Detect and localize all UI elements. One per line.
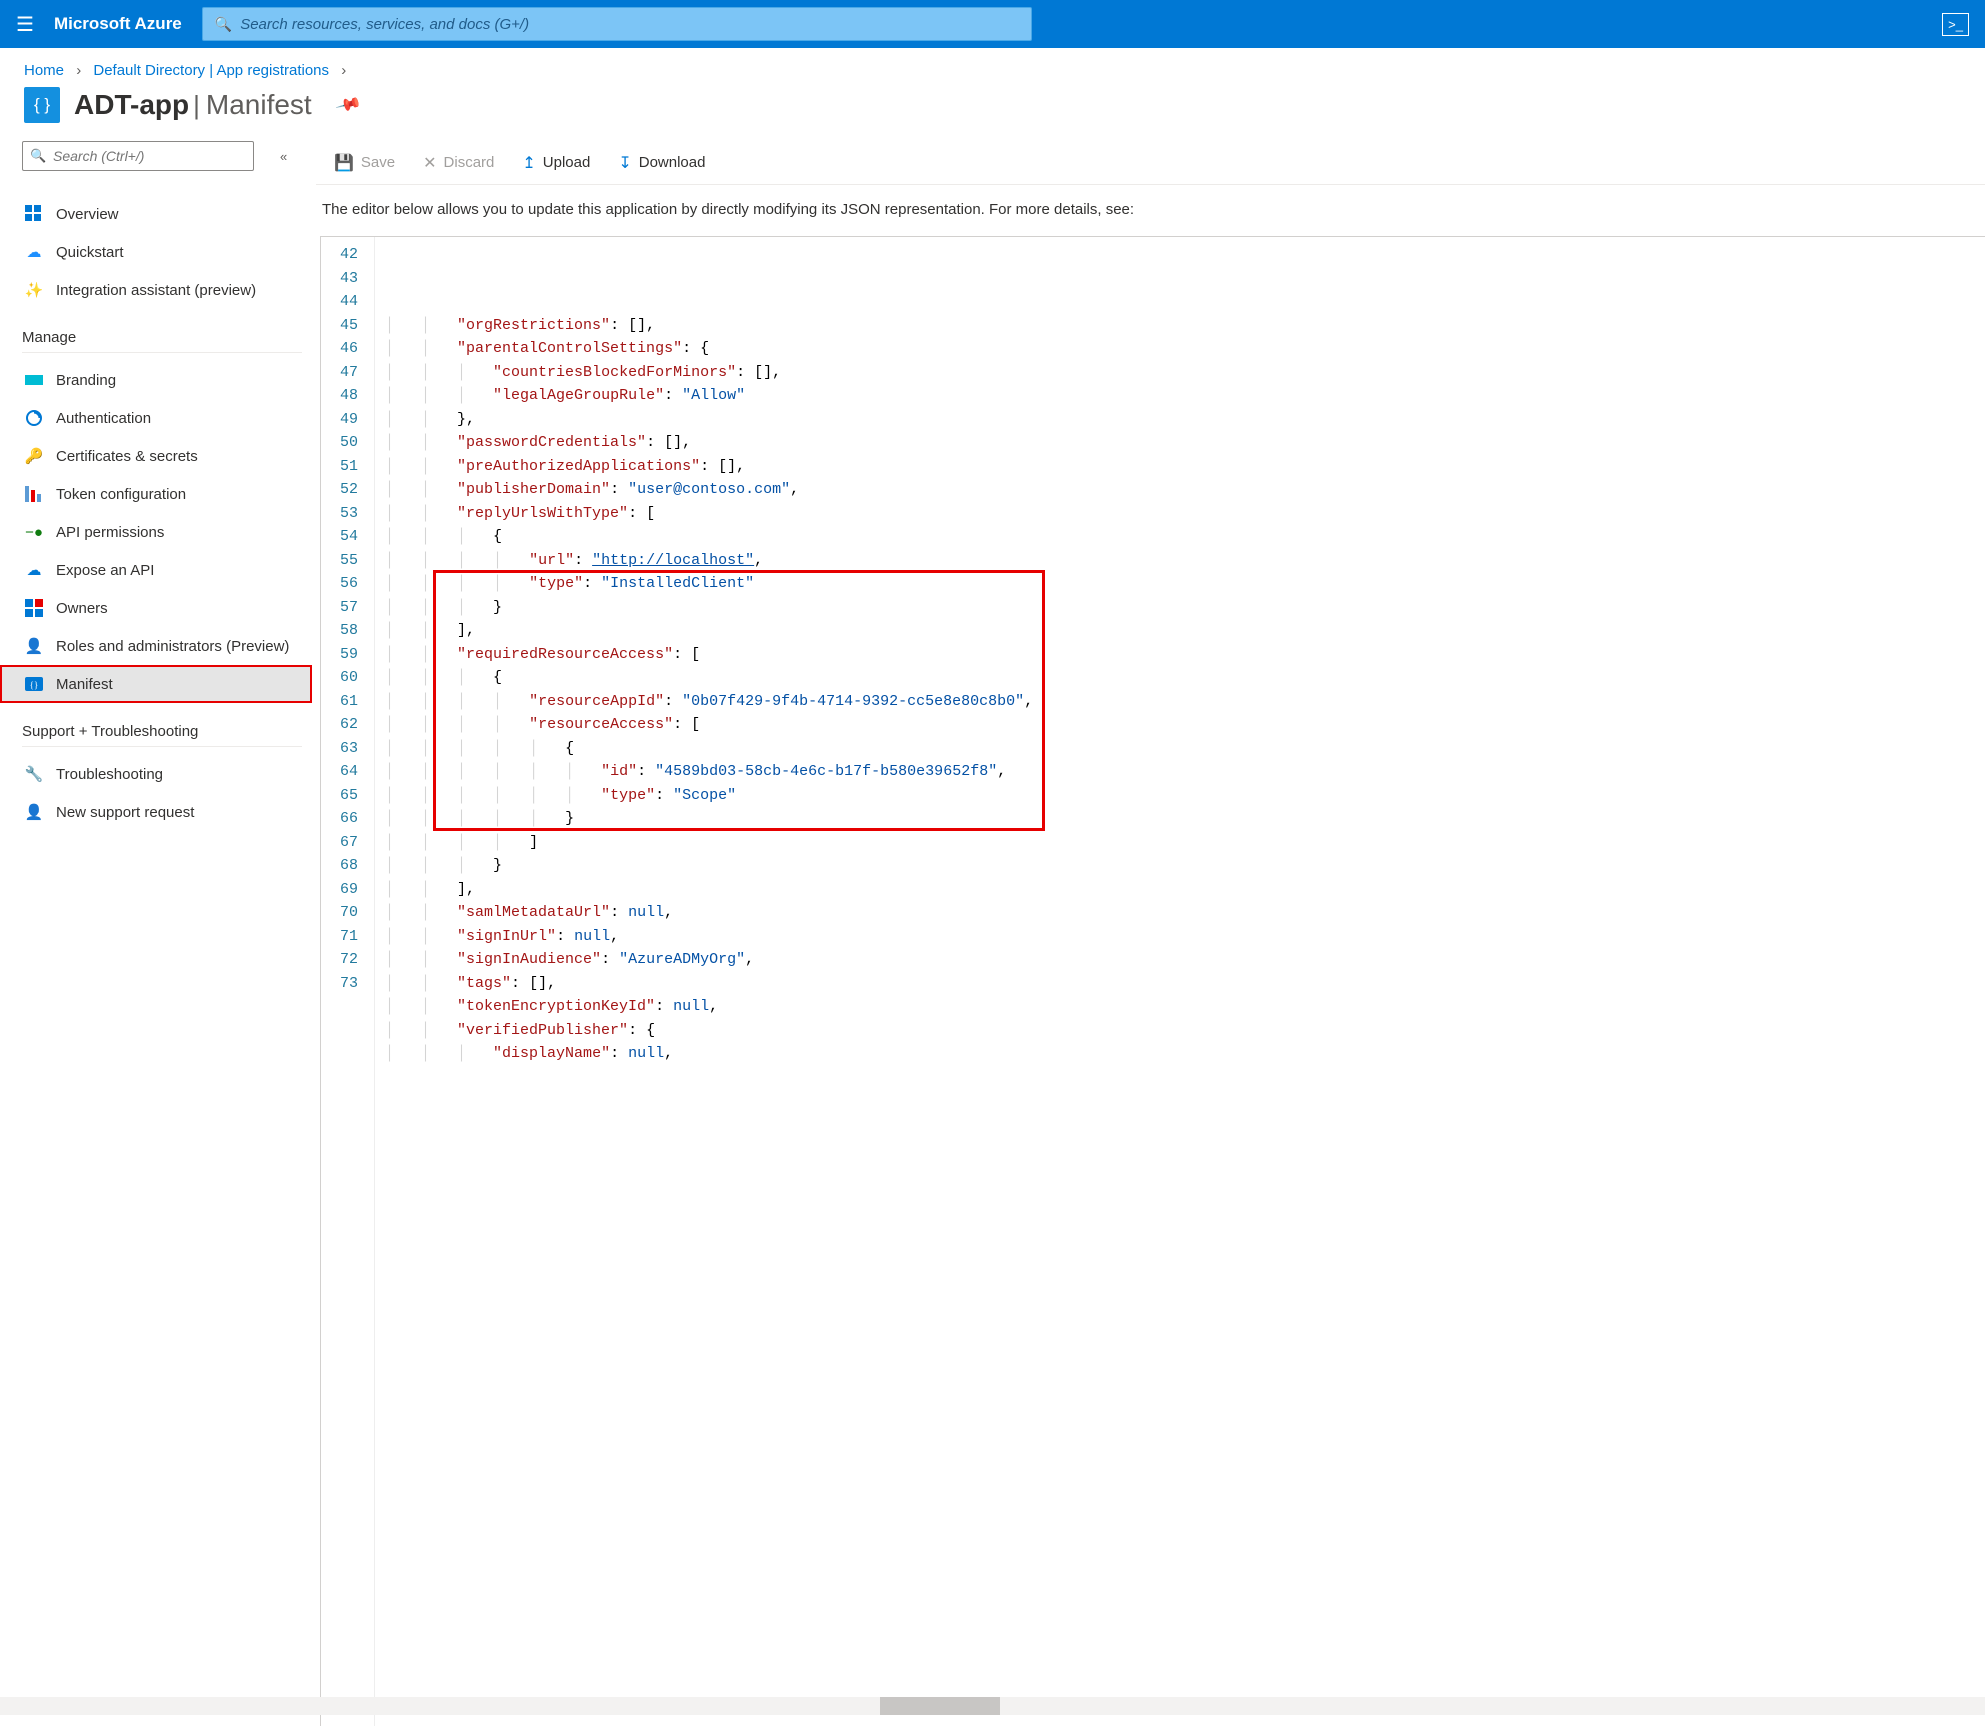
- sidebar-item-api-perm[interactable]: −●API permissions: [22, 513, 312, 551]
- upload-icon: ↥: [522, 153, 535, 173]
- wand-icon: ✨: [24, 280, 44, 300]
- download-icon: ↧: [618, 153, 631, 173]
- sidebar-item-manifest[interactable]: {}Manifest: [0, 665, 312, 703]
- sidebar-group-manage: Manage: [22, 329, 302, 353]
- auth-icon: [24, 408, 44, 428]
- breadcrumb: Home › Default Directory | App registrat…: [0, 48, 1985, 79]
- manifest-icon: {}: [24, 674, 44, 694]
- pin-icon[interactable]: 📌: [334, 91, 362, 119]
- sidebar-item-certs[interactable]: 🔑Certificates & secrets: [22, 437, 312, 475]
- search-icon: 🔍: [30, 148, 46, 164]
- sidebar-item-roles[interactable]: 👤Roles and administrators (Preview): [22, 627, 312, 665]
- upload-button[interactable]: ↥Upload: [510, 141, 602, 185]
- top-bar: ☰ Microsoft Azure 🔍 >_: [0, 0, 1985, 48]
- sidebar-item-newreq[interactable]: 👤New support request: [22, 793, 312, 831]
- download-button[interactable]: ↧Download: [606, 141, 717, 185]
- sidebar-item-troubleshoot[interactable]: 🔧Troubleshooting: [22, 755, 312, 793]
- roles-icon: 👤: [24, 636, 44, 656]
- sidebar-search[interactable]: 🔍 «: [22, 141, 310, 171]
- editor-gutter: 4243444546474849505152535455565758596061…: [321, 237, 375, 1726]
- breadcrumb-dir[interactable]: Default Directory | App registrations: [93, 62, 329, 79]
- title-page: Manifest: [206, 89, 312, 120]
- sidebar-item-quickstart[interactable]: ☁Quickstart: [22, 233, 312, 271]
- main-content: 💾Save ✕Discard ↥Upload ↧Download The edi…: [310, 141, 1985, 1726]
- discard-button[interactable]: ✕Discard: [411, 141, 506, 185]
- sidebar-item-integration[interactable]: ✨Integration assistant (preview): [22, 271, 312, 309]
- sidebar-group-support: Support + Troubleshooting: [22, 723, 302, 747]
- global-search[interactable]: 🔍: [202, 7, 1032, 41]
- scrollbar-thumb[interactable]: [880, 1697, 1000, 1715]
- page-title-row: { } ADT-app|Manifest 📌: [0, 79, 1985, 141]
- support-icon: 👤: [24, 802, 44, 822]
- tag-icon: [24, 370, 44, 390]
- save-icon: 💾: [334, 153, 354, 173]
- cloud-shell-icon[interactable]: >_: [1942, 13, 1969, 36]
- title-app: ADT-app: [74, 89, 189, 120]
- close-icon: ✕: [423, 153, 436, 173]
- sidebar-item-overview[interactable]: Overview: [22, 195, 312, 233]
- bars-icon: [24, 484, 44, 504]
- search-icon: 🔍: [215, 16, 232, 33]
- save-button[interactable]: 💾Save: [322, 141, 407, 185]
- sidebar-item-token[interactable]: Token configuration: [22, 475, 312, 513]
- page-title: ADT-app|Manifest: [74, 89, 312, 121]
- chevron-right-icon: ›: [341, 62, 346, 79]
- sidebar-item-branding[interactable]: Branding: [22, 361, 312, 399]
- editor-code[interactable]: │ │ "orgRestrictions": [],│ │ "parentalC…: [375, 237, 1033, 1726]
- sidebar-item-owners[interactable]: Owners: [22, 589, 312, 627]
- owners-icon: [24, 598, 44, 618]
- brand-label: Microsoft Azure: [54, 14, 182, 34]
- global-search-input[interactable]: [240, 16, 1019, 33]
- api-icon: −●: [24, 522, 44, 542]
- collapse-sidebar-icon[interactable]: «: [280, 149, 287, 164]
- rocket-icon: ☁: [24, 242, 44, 262]
- sidebar-search-input[interactable]: [22, 141, 254, 171]
- chevron-right-icon: ›: [76, 62, 81, 79]
- key-icon: 🔑: [24, 446, 44, 466]
- sidebar: 🔍 « Overview ☁Quickstart ✨Integration as…: [0, 141, 310, 1726]
- horizontal-scrollbar[interactable]: [0, 1697, 1985, 1715]
- grid-icon: [24, 204, 44, 224]
- toolbar: 💾Save ✕Discard ↥Upload ↧Download: [316, 141, 1985, 185]
- json-editor[interactable]: 4243444546474849505152535455565758596061…: [320, 236, 1985, 1726]
- sidebar-item-auth[interactable]: Authentication: [22, 399, 312, 437]
- hamburger-icon[interactable]: ☰: [16, 12, 34, 37]
- cloud-icon: ☁: [24, 560, 44, 580]
- svg-text:{}: {}: [30, 680, 39, 690]
- breadcrumb-home[interactable]: Home: [24, 62, 64, 79]
- intro-text: The editor below allows you to update th…: [310, 185, 1985, 236]
- sidebar-item-expose[interactable]: ☁Expose an API: [22, 551, 312, 589]
- app-type-icon: { }: [24, 87, 60, 123]
- wrench-icon: 🔧: [24, 764, 44, 784]
